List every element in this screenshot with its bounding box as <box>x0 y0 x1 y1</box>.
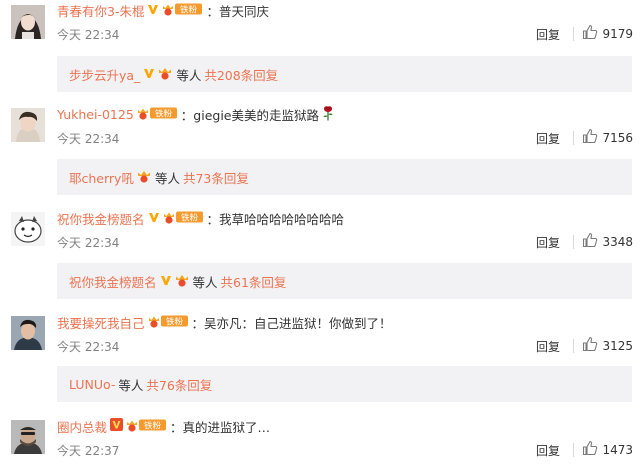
reply-summary-bar[interactable]: LUNUo- 等人 共76条回复 <box>57 366 632 402</box>
like-button[interactable]: 3125 <box>582 336 633 355</box>
reply-count-link[interactable]: 共61条回复 <box>221 272 287 291</box>
vip-v-icon <box>148 211 160 226</box>
comment-separator: ： <box>191 315 205 331</box>
crown-badge-icon <box>174 273 190 290</box>
thumbs-up-icon <box>582 24 598 43</box>
comment-item: 圈内总裁 铁粉 ： 真的进监狱了… 今天 22:37 回复 1473 <box>0 414 641 467</box>
svg-text:铁粉: 铁粉 <box>155 108 173 119</box>
user-avatar[interactable] <box>11 5 45 39</box>
action-divider <box>573 27 574 41</box>
thumbs-up-icon <box>582 336 598 355</box>
fan-badge-icon: 铁粉 <box>125 418 167 435</box>
svg-text:铁粉: 铁粉 <box>144 420 162 431</box>
user-avatar[interactable] <box>11 316 45 350</box>
comment-item: 我要操死我自己 铁粉 ： 吴亦凡：自己进监狱！你做到了！ 今天 22:34 回复… <box>0 312 641 415</box>
comment-username[interactable]: 青春有你3-朱棍 <box>57 1 144 20</box>
comment-text: 普天同庆 <box>218 3 269 19</box>
comment-time: 今天 22:34 <box>57 28 120 42</box>
reply-username[interactable]: 步步云升ya_ <box>69 65 140 84</box>
reply-suffix: 等人 <box>192 274 218 290</box>
like-button[interactable]: 1473 <box>582 440 633 459</box>
reply-button[interactable]: 回复 <box>536 130 560 147</box>
comment-time: 今天 22:34 <box>57 340 120 354</box>
reply-button[interactable]: 回复 <box>536 338 560 355</box>
comment-username[interactable]: 祝你我金榜题名 <box>57 209 145 228</box>
reply-username[interactable]: 耶cherry吼 <box>69 168 134 187</box>
action-divider <box>573 339 574 353</box>
reply-button[interactable]: 回复 <box>536 234 560 251</box>
thumbs-up-icon <box>582 232 598 251</box>
reply-username[interactable]: 祝你我金榜题名 <box>69 272 157 291</box>
rose-emoji-icon <box>321 105 335 124</box>
reply-suffix: 等人 <box>176 67 202 83</box>
reply-count-link[interactable]: 共76条回复 <box>146 375 212 394</box>
like-count: 7156 <box>602 130 633 145</box>
thumbs-up-icon <box>582 128 598 147</box>
thumbs-up-icon <box>582 440 598 459</box>
comment-username[interactable]: Yukhei-0125 <box>57 107 134 122</box>
like-button[interactable]: 9179 <box>582 24 633 43</box>
comment-time: 今天 22:34 <box>57 132 120 146</box>
comment-text: giegie美美的走监狱路 <box>193 107 319 123</box>
comment-separator: ： <box>206 3 219 19</box>
crown-badge-icon <box>157 66 173 83</box>
comment-text: 真的进监狱了… <box>182 419 271 435</box>
comment-item: 青春有你3-朱棍 铁粉 ： 普天同庆 今天 22:34 回复 9179 步步云升… <box>0 0 641 104</box>
like-count: 3348 <box>602 234 633 249</box>
user-avatar[interactable] <box>11 420 45 454</box>
reply-summary-bar[interactable]: 步步云升ya_ 等人 共208条回复 <box>57 56 632 92</box>
reply-count-link[interactable]: 共208条回复 <box>204 65 278 84</box>
svg-text:铁粉: 铁粉 <box>166 316 184 327</box>
comment-text: 吴亦凡：自己进监狱！你做到了！ <box>204 315 392 331</box>
comment-line: 祝你我金榜题名 铁粉 ： 我草哈哈哈哈哈哈哈哈 <box>57 208 344 228</box>
comment-separator: ： <box>170 419 183 435</box>
reply-username[interactable]: LUNUo- <box>69 377 115 392</box>
comment-separator: ： <box>206 211 220 227</box>
fan-badge-icon: 铁粉 <box>136 106 178 123</box>
fan-badge-icon: 铁粉 <box>162 210 204 227</box>
action-divider <box>573 131 574 145</box>
reply-summary-bar[interactable]: 祝你我金榜题名 等人 共61条回复 <box>57 263 632 299</box>
comment-text: 我草哈哈哈哈哈哈哈哈 <box>219 211 345 227</box>
reply-count-link[interactable]: 共73条回复 <box>183 168 249 187</box>
reply-summary-bar[interactable]: 耶cherry吼 等人 共73条回复 <box>57 159 632 195</box>
user-avatar[interactable] <box>11 212 45 246</box>
like-count: 1473 <box>602 442 633 457</box>
reply-button[interactable]: 回复 <box>536 26 560 43</box>
comment-line: 青春有你3-朱棍 铁粉 ： 普天同庆 <box>57 0 269 20</box>
fan-badge-icon: 铁粉 <box>147 314 189 331</box>
comment-separator: ： <box>180 107 194 123</box>
vip-v-icon <box>110 418 124 434</box>
svg-text:铁粉: 铁粉 <box>181 212 199 223</box>
action-divider <box>573 235 574 249</box>
user-avatar[interactable] <box>11 108 45 142</box>
comment-line: 圈内总裁 铁粉 ： 真的进监狱了… <box>57 416 270 436</box>
fan-badge-icon: 铁粉 <box>161 2 203 19</box>
action-divider <box>573 443 574 457</box>
reply-suffix: 等人 <box>118 377 144 393</box>
like-count: 9179 <box>602 26 633 41</box>
comment-line: 我要操死我自己 铁粉 ： 吴亦凡：自己进监狱！你做到了！ <box>57 312 392 332</box>
svg-text:铁粉: 铁粉 <box>180 4 198 15</box>
comment-time: 今天 22:34 <box>57 236 120 250</box>
comment-time: 今天 22:37 <box>57 444 120 458</box>
comment-username[interactable]: 圈内总裁 <box>57 417 107 436</box>
reply-button[interactable]: 回复 <box>536 442 560 459</box>
reply-suffix: 等人 <box>154 170 180 186</box>
like-button[interactable]: 7156 <box>582 128 633 147</box>
vip-v-icon <box>160 274 172 289</box>
crown-badge-icon <box>136 169 152 186</box>
comment-item: 祝你我金榜题名 铁粉 ： 我草哈哈哈哈哈哈哈哈 今天 22:34 回复 3348… <box>0 208 641 312</box>
like-button[interactable]: 3348 <box>582 232 633 251</box>
like-count: 3125 <box>602 338 633 353</box>
vip-v-icon <box>143 67 155 82</box>
comment-username[interactable]: 我要操死我自己 <box>57 313 145 332</box>
vip-v-icon <box>147 3 159 18</box>
comment-line: Yukhei-0125 铁粉 ： giegie美美的走监狱路 <box>57 104 335 124</box>
comment-item: Yukhei-0125 铁粉 ： giegie美美的走监狱路 今天 22:34 … <box>0 104 641 206</box>
